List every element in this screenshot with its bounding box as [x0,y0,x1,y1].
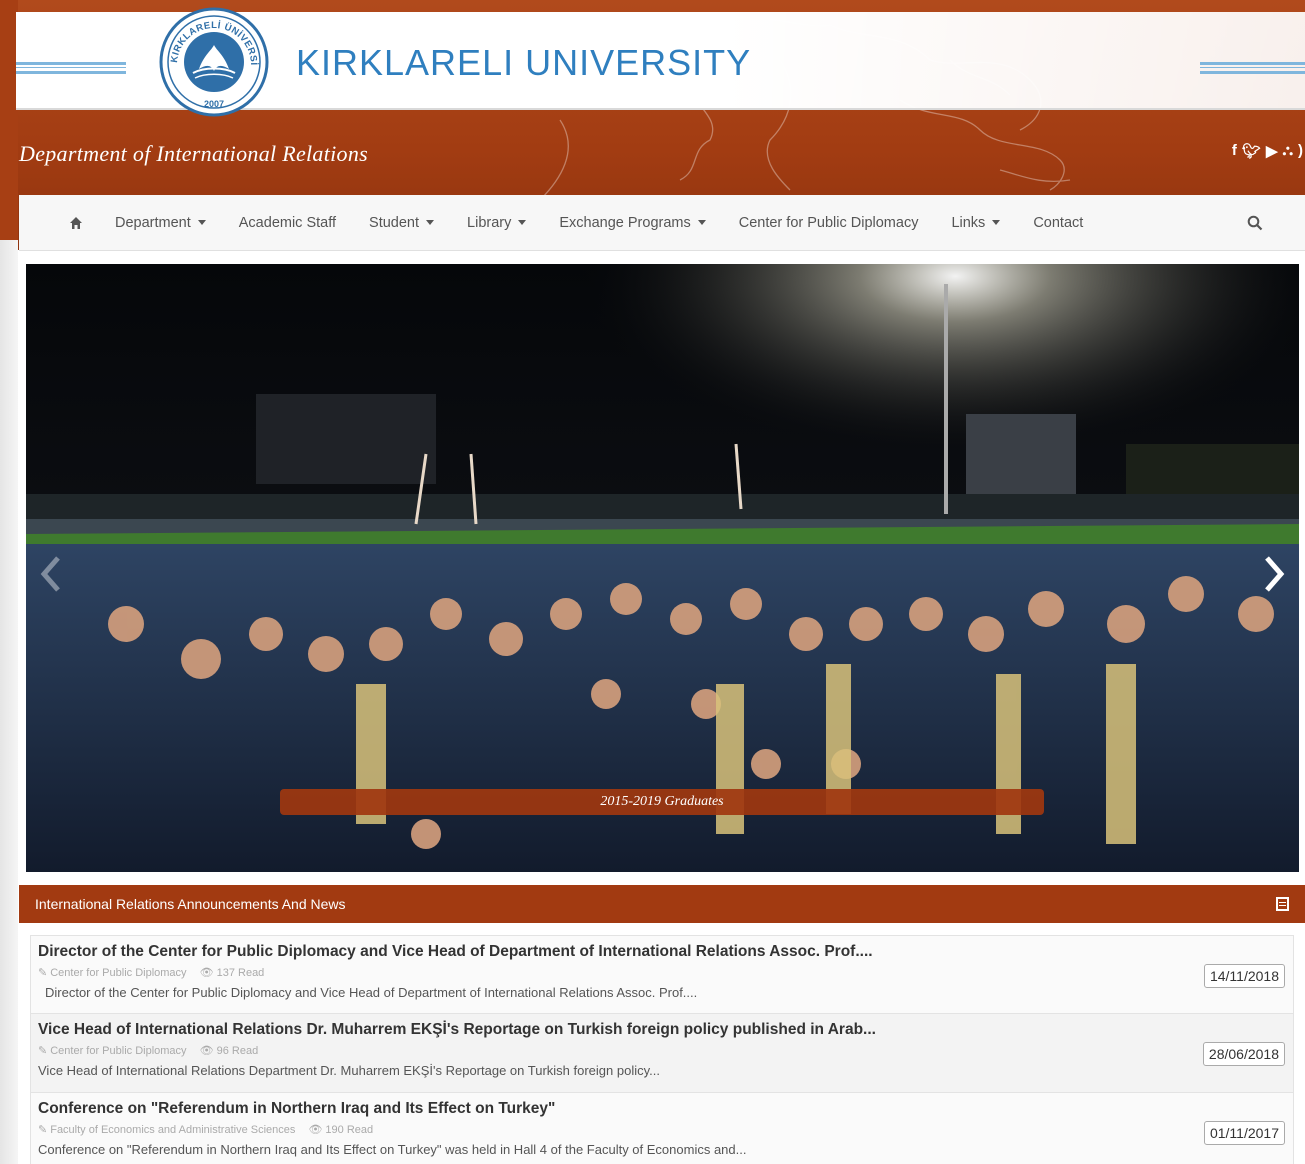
facebook-icon[interactable]: f [1232,142,1237,160]
nav-student-label: Student [369,214,420,231]
university-name[interactable]: KIRKLARELI UNIVERSITY [296,42,751,84]
university-seal-logo[interactable]: KIRKLARELİ ÜNİVERSİTESİ 2007 [159,7,269,117]
news-title[interactable]: Vice Head of International Relations Dr.… [38,1021,1293,1039]
news-title[interactable]: Director of the Center for Public Diplom… [38,943,1293,961]
sitemap-icon[interactable]: ⛬ [1282,142,1293,160]
graduation-photo [26,264,1299,872]
news-summary: Director of the Center for Public Diplom… [45,985,698,1000]
chevron-left-icon[interactable] [40,554,64,594]
eye-icon: 👁︎ [199,967,214,979]
news-summary: Conference on "Referendum in Northern Ir… [38,1142,747,1157]
rss-icon[interactable]: ) [1298,142,1303,160]
news-meta: ✎ Faculty of Economics and Administrative… [38,1123,1293,1136]
nav-links-label: Links [951,214,986,231]
news-list: Director of the Center for Public Diplom… [30,935,1294,1164]
nav-center-public-diplomacy-label: Center for Public Diplomacy [738,214,919,231]
nav-center-public-diplomacy[interactable]: Center for Public Diplomacy [739,215,919,231]
news-item[interactable]: Director of the Center for Public Diplom… [30,935,1294,1014]
twitter-icon[interactable]: 🐦︎ [1242,142,1261,160]
decorative-line-right [1200,62,1305,74]
main-navigation: Department Academic Staff Student Librar… [19,195,1305,251]
news-heading-text: International Relations Announcements An… [35,896,346,912]
news-meta: ✎ Center for Public Diplomacy 👁︎ 96 Read [38,1044,1293,1057]
news-date-badge: 14/11/2018 [1203,964,1285,988]
news-summary: Vice Head of International Relations Dep… [38,1063,660,1078]
news-panel-heading: International Relations Announcements An… [19,885,1305,923]
caret-down-icon [992,220,1001,225]
decorative-line-left [16,62,126,74]
logo-bar: KIRKLARELİ ÜNİVERSİTESİ 2007 KIRKLARELI … [16,7,1305,117]
news-title[interactable]: Conference on "Referendum in Northern Ir… [38,1100,1293,1118]
news-meta: ✎ Center for Public Diplomacy 👁︎ 137 Read [38,966,1293,979]
news-category: Faculty of Economics and Administrative … [50,1124,296,1136]
news-item[interactable]: Conference on "Referendum in Northern Ir… [30,1093,1294,1164]
news-reads: 137 Read [216,967,265,979]
social-links: f 🐦︎ ▶ ⛬ ) [1232,142,1303,160]
news-category: Center for Public Diplomacy [50,1045,187,1057]
nav-exchange-programs-label: Exchange Programs [559,214,691,231]
nav-library-label: Library [467,214,512,231]
nav-links[interactable]: Links [951,214,1001,231]
nav-contact-label: Contact [1033,214,1084,231]
left-edge-strip [0,0,18,1164]
nav-exchange-programs[interactable]: Exchange Programs [559,214,706,231]
home-icon[interactable] [69,216,83,230]
nav-library[interactable]: Library [467,214,527,231]
pin-icon: ✎ [38,1124,48,1136]
list-icon[interactable] [1276,897,1289,911]
chevron-right-icon[interactable] [1261,554,1285,594]
search-icon[interactable] [1247,215,1263,231]
news-date-badge: 28/06/2018 [1202,1042,1285,1066]
seal-year: 2007 [204,99,224,109]
news-reads: 190 Read [325,1124,374,1136]
news-reads: 96 Read [216,1045,259,1057]
pin-icon: ✎ [38,967,48,979]
caret-down-icon [197,220,206,225]
news-category: Center for Public Diplomacy [50,967,187,979]
news-date-badge: 01/11/2017 [1203,1121,1285,1145]
slide-caption: 2015-2019 Graduates [280,789,1044,815]
department-title[interactable]: Department of International Relations [19,141,368,167]
nav-department-label: Department [115,214,191,231]
nav-student[interactable]: Student [369,214,435,231]
eye-icon: 👁︎ [199,1045,214,1057]
nav-contact[interactable]: Contact [1033,215,1083,231]
caret-down-icon [426,220,435,225]
pin-icon: ✎ [38,1045,48,1057]
eye-icon: 👁︎ [308,1124,323,1136]
nav-academic-staff-label: Academic Staff [238,214,337,231]
news-item[interactable]: Vice Head of International Relations Dr.… [30,1014,1294,1093]
caret-down-icon [697,220,706,225]
nav-academic-staff[interactable]: Academic Staff [239,215,336,231]
image-slider[interactable]: 2015-2019 Graduates [26,264,1299,872]
caret-down-icon [518,220,527,225]
youtube-icon[interactable]: ▶ [1266,142,1278,160]
nav-department[interactable]: Department [115,215,206,231]
